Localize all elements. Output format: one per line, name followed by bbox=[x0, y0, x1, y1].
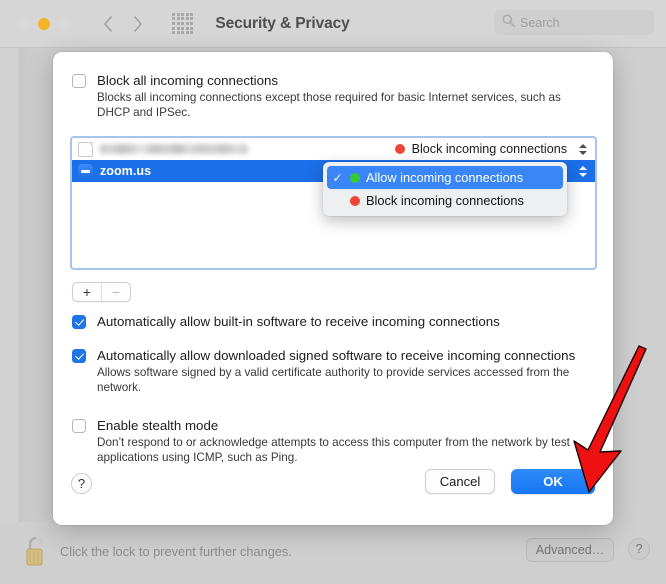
auto-allow-signed-description: Allows software signed by a valid certif… bbox=[97, 366, 570, 394]
menu-item-allow-incoming-connections[interactable]: ✓ Allow incoming connections bbox=[327, 166, 563, 189]
menu-item-label: Allow incoming connections bbox=[366, 170, 524, 185]
app-name-label: zoom.us bbox=[100, 164, 152, 178]
menu-item-label: Block incoming connections bbox=[366, 193, 524, 208]
auto-allow-signed-checkbox[interactable] bbox=[72, 349, 86, 363]
show-all-preferences-grid-icon[interactable] bbox=[172, 12, 194, 35]
enable-stealth-mode-label: Enable stealth mode bbox=[97, 418, 219, 433]
auto-allow-builtin-label: Automatically allow built-in software to… bbox=[97, 314, 500, 329]
status-dot-red-icon bbox=[350, 195, 360, 206]
security-privacy-window: Security & Privacy Search Click the lock… bbox=[0, 0, 666, 584]
zoom-app-icon bbox=[78, 163, 93, 179]
row-status-label: Block incoming connections bbox=[411, 142, 567, 156]
chevron-right-icon[interactable] bbox=[132, 14, 144, 34]
plus-icon[interactable]: + bbox=[73, 283, 101, 301]
table-row[interactable]: Block incoming connections bbox=[72, 138, 595, 160]
auto-allow-builtin-checkbox-row[interactable]: Automatically allow built-in software to… bbox=[72, 314, 592, 329]
unlocked-padlock-icon[interactable] bbox=[22, 534, 50, 568]
ok-button[interactable]: OK bbox=[511, 469, 595, 494]
lock-status-text: Click the lock to prevent further change… bbox=[60, 544, 292, 559]
auto-allow-signed-label: Automatically allow downloaded signed so… bbox=[97, 348, 576, 363]
block-all-incoming-checkbox-row[interactable]: Block all incoming connections bbox=[72, 73, 592, 88]
status-dot-green-icon bbox=[350, 172, 360, 183]
enable-stealth-mode-checkbox[interactable] bbox=[72, 419, 86, 433]
firewall-options-sheet: Block all incoming connections Blocks al… bbox=[53, 52, 613, 525]
stepper-updown-icon[interactable] bbox=[578, 163, 587, 179]
minimize-window-button[interactable] bbox=[38, 17, 50, 30]
window-toolbar: Security & Privacy Search bbox=[0, 0, 666, 48]
chevron-left-icon[interactable] bbox=[102, 14, 114, 34]
incoming-connections-dropdown-menu[interactable]: ✓ Allow incoming connections Block incom… bbox=[323, 162, 567, 216]
auto-allow-builtin-checkbox[interactable] bbox=[72, 315, 86, 329]
maximize-window-button[interactable] bbox=[58, 17, 70, 30]
generic-document-icon bbox=[78, 141, 93, 157]
navigation-arrows bbox=[102, 14, 144, 34]
close-window-button[interactable] bbox=[18, 17, 30, 30]
checkmark-icon: ✓ bbox=[332, 170, 343, 185]
auto-allow-signed-section: Automatically allow downloaded signed so… bbox=[72, 348, 592, 395]
minus-icon[interactable]: − bbox=[101, 283, 130, 301]
auto-allow-signed-checkbox-row[interactable]: Automatically allow downloaded signed so… bbox=[72, 348, 592, 363]
block-all-incoming-checkbox[interactable] bbox=[72, 74, 86, 88]
enable-stealth-mode-checkbox-row[interactable]: Enable stealth mode bbox=[72, 418, 592, 433]
block-all-incoming-section: Block all incoming connections Blocks al… bbox=[72, 73, 592, 120]
app-name-redacted bbox=[100, 144, 248, 154]
stepper-updown-icon[interactable] bbox=[578, 141, 587, 157]
advanced-button[interactable]: Advanced… bbox=[526, 538, 614, 562]
menu-item-block-incoming-connections[interactable]: Block incoming connections bbox=[327, 189, 563, 212]
search-input[interactable]: Search bbox=[494, 10, 654, 35]
block-all-incoming-description: Blocks all incoming connections except t… bbox=[97, 91, 561, 119]
status-dot-red-icon bbox=[394, 144, 405, 154]
enable-stealth-mode-description: Don’t respond to or acknowledge attempts… bbox=[97, 436, 570, 464]
preferences-bottom-bar: Click the lock to prevent further change… bbox=[0, 522, 666, 584]
row-status-popup-button[interactable] bbox=[574, 163, 587, 179]
auto-allow-builtin-section: Automatically allow built-in software to… bbox=[72, 314, 592, 329]
cancel-button[interactable]: Cancel bbox=[425, 469, 495, 494]
bottom-help-button[interactable]: ? bbox=[628, 538, 650, 560]
sheet-footer: ? Cancel OK bbox=[53, 463, 613, 525]
block-all-incoming-label: Block all incoming connections bbox=[97, 73, 279, 88]
enable-stealth-mode-section: Enable stealth mode Don’t respond to or … bbox=[72, 418, 592, 465]
checkmark-icon-hidden bbox=[331, 194, 344, 208]
help-button[interactable]: ? bbox=[71, 473, 92, 494]
row-status-popup-button[interactable]: Block incoming connections bbox=[394, 141, 587, 157]
search-icon bbox=[502, 14, 515, 32]
page-title: Security & Privacy bbox=[215, 14, 350, 32]
add-remove-app-control[interactable]: + − bbox=[72, 282, 131, 302]
window-traffic-lights bbox=[18, 17, 70, 30]
search-placeholder-text: Search bbox=[520, 15, 560, 30]
